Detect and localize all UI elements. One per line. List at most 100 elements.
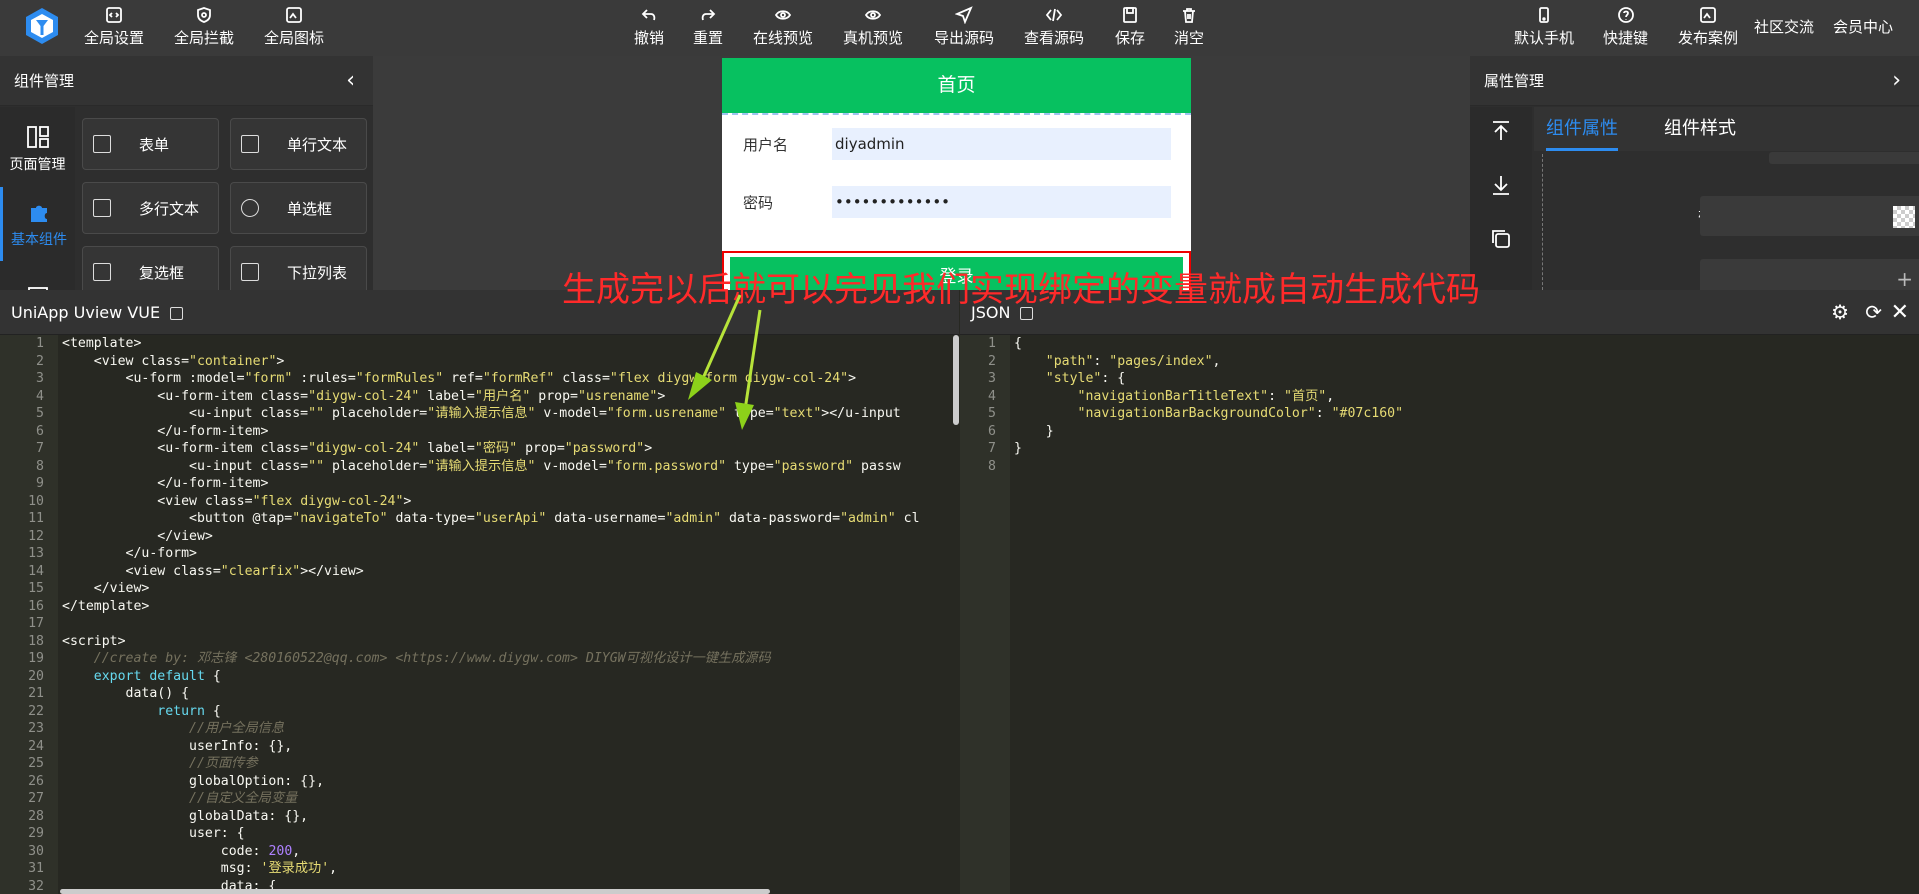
annotation-arrow-icon <box>688 294 762 430</box>
app-logo[interactable] <box>22 6 62 46</box>
prop-icon: 图标: + <box>1534 259 1919 290</box>
vue-code-pane[interactable]: 1 2 3 4 5 6 7 8 9 10 11 12 13 14 15 16 17 18 19 20 21 22 23 24 2… <box>0 335 959 894</box>
code-line[interactable]: "style": { <box>1014 370 1919 388</box>
undo-button[interactable]: 撤销 <box>634 6 664 48</box>
code-lines[interactable]: <template> <view class="container"> <u-f… <box>62 335 959 894</box>
code-line[interactable]: <view class="container"> <box>62 353 959 371</box>
code-line[interactable]: "navigationBarTitleText": "首页", <box>1014 388 1919 406</box>
code-line[interactable]: </template> <box>62 598 959 616</box>
code-line[interactable]: <u-input class="" placeholder="请输入提示信息" … <box>62 405 959 423</box>
global-settings-button[interactable]: 全局设置 <box>84 6 144 48</box>
copy-icon[interactable] <box>170 307 184 320</box>
code-line[interactable]: { <box>1014 335 1919 353</box>
top-toolbar: 全局设置 全局拦截 全局图标 撤销 重置 在线预览 真机预览 导出源码 查看源码… <box>0 0 1919 56</box>
password-input[interactable]: ••••••••••••• <box>832 186 1171 218</box>
code-line[interactable]: </u-form-item> <box>62 423 959 441</box>
code-line[interactable]: //页面传参 <box>62 755 959 773</box>
publish-case-button[interactable]: 发布案例 <box>1678 6 1738 48</box>
code-lines[interactable]: { "path": "pages/index", "style": { "nav… <box>1014 335 1919 475</box>
code-line[interactable]: </view> <box>62 528 959 546</box>
title-color-picker[interactable] <box>1700 196 1919 236</box>
chevron-left-icon[interactable]: ‹ <box>346 56 355 106</box>
code-line[interactable]: globalOption: {}, <box>62 773 959 791</box>
component-single-text[interactable]: 单行文本 <box>230 118 367 170</box>
code-line[interactable]: user: { <box>62 825 959 843</box>
code-line[interactable]: globalData: {}, <box>62 808 959 826</box>
tab-component-style[interactable]: 组件样式 <box>1664 107 1736 151</box>
tab-more[interactable] <box>0 262 75 290</box>
icon-picker[interactable]: + <box>1700 259 1919 290</box>
code-line[interactable]: <view class="flex diygw-col-24"> <box>62 493 959 511</box>
tab-basic-components[interactable]: 基本组件 <box>0 187 75 261</box>
line-number: 18 <box>28 633 44 649</box>
code-line[interactable]: //用户全局信息 <box>62 720 959 738</box>
code-line[interactable]: <u-form-item class="diygw-col-24" label=… <box>62 388 959 406</box>
component-multi-text[interactable]: 多行文本 <box>82 182 219 234</box>
form-row-username[interactable]: 用户名 diyadmin <box>722 115 1191 173</box>
online-preview-button[interactable]: 在线预览 <box>753 6 813 48</box>
code-line[interactable]: </u-form-item> <box>62 475 959 493</box>
username-input[interactable]: diyadmin <box>832 128 1171 160</box>
tab-page-management[interactable]: 页面管理 <box>0 112 75 186</box>
move-bottom-icon[interactable] <box>1489 173 1513 197</box>
code-line[interactable]: } <box>1014 423 1919 441</box>
component-radio[interactable]: 单选框 <box>230 182 367 234</box>
horizontal-scrollbar[interactable] <box>60 889 770 894</box>
code-line[interactable] <box>1014 458 1919 476</box>
code-line[interactable]: export default { <box>62 668 959 686</box>
code-line[interactable]: </view> <box>62 580 959 598</box>
code-line[interactable]: userInfo: {}, <box>62 738 959 756</box>
community-link[interactable]: 社区交流 <box>1754 16 1814 37</box>
copy-icon[interactable] <box>1489 227 1513 251</box>
toolbar-label: 全局设置 <box>84 29 145 47</box>
export-source-button[interactable]: 导出源码 <box>934 6 994 48</box>
tab-component-props[interactable]: 组件属性 <box>1546 107 1618 151</box>
global-icons-button[interactable]: 全局图标 <box>264 6 324 48</box>
redo-button[interactable]: 重置 <box>693 6 723 48</box>
code-line[interactable]: //create by: 邓志锋 <280160522@qq.com> <htt… <box>62 650 959 668</box>
toolbar-label: 发布案例 <box>1678 29 1739 47</box>
save-button[interactable]: 保存 <box>1115 6 1145 48</box>
code-editors: UniApp Uview VUE JSON ⚙ ⟳ ✕ 1 2 3 4 5 6 7 8 9 10 1… <box>0 290 1919 894</box>
json-code-pane[interactable]: 1 2 3 4 5 6 7 8 { "path": "pages/index", "style… <box>960 335 1919 894</box>
default-phone-button[interactable]: 默认手机 <box>1514 6 1574 48</box>
component-select[interactable]: 下拉列表 <box>230 246 367 290</box>
shortcuts-button[interactable]: 快捷键 <box>1603 6 1648 48</box>
global-intercept-button[interactable]: 全局拦截 <box>174 6 234 48</box>
view-source-button[interactable]: 查看源码 <box>1024 6 1084 48</box>
redo-icon <box>699 6 717 24</box>
settings-icon[interactable]: ⚙ <box>1831 290 1849 335</box>
component-form[interactable]: 表单 <box>82 118 219 170</box>
code-line[interactable]: "path": "pages/index", <box>1014 353 1919 371</box>
code-line[interactable]: code: 200, <box>62 843 959 861</box>
code-line[interactable]: <u-input class="" placeholder="请输入提示信息" … <box>62 458 959 476</box>
code-line[interactable]: <u-form-item class="diygw-col-24" label=… <box>62 440 959 458</box>
member-center-link[interactable]: 会员中心 <box>1833 16 1893 37</box>
clear-button[interactable]: 消空 <box>1174 6 1204 48</box>
line-number: 16 <box>28 598 44 614</box>
form-row-password[interactable]: 密码 ••••••••••••• <box>722 173 1191 231</box>
code-line[interactable]: <u-form :model="form" :rules="formRules"… <box>62 370 959 388</box>
code-line[interactable]: <view class="clearfix"></view> <box>62 563 959 581</box>
device-preview-button[interactable]: 真机预览 <box>843 6 903 48</box>
code-line[interactable]: <template> <box>62 335 959 353</box>
code-line[interactable]: "navigationBarBackgroundColor": "#07c160… <box>1014 405 1919 423</box>
code-line[interactable]: } <box>1014 440 1919 458</box>
component-checkbox[interactable]: 复选框 <box>82 246 219 290</box>
code-line[interactable]: return { <box>62 703 959 721</box>
chevron-right-icon[interactable]: › <box>1892 56 1901 106</box>
code-line[interactable]: data() { <box>62 685 959 703</box>
move-top-icon[interactable] <box>1489 119 1513 143</box>
toolbar-label: 保存 <box>1115 29 1146 47</box>
code-line[interactable]: <button @tap="navigateTo" data-type="use… <box>62 510 959 528</box>
line-number: 20 <box>28 668 44 684</box>
code-line[interactable]: </u-form> <box>62 545 959 563</box>
vertical-scrollbar[interactable] <box>953 335 959 425</box>
close-icon[interactable]: ✕ <box>1891 290 1909 335</box>
code-line[interactable]: //自定义全局变量 <box>62 790 959 808</box>
refresh-icon[interactable]: ⟳ <box>1865 290 1882 335</box>
code-line[interactable] <box>62 615 959 633</box>
prop-input-partial[interactable] <box>1769 152 1919 164</box>
code-line[interactable]: <script> <box>62 633 959 651</box>
code-line[interactable]: msg: '登录成功', <box>62 860 959 878</box>
